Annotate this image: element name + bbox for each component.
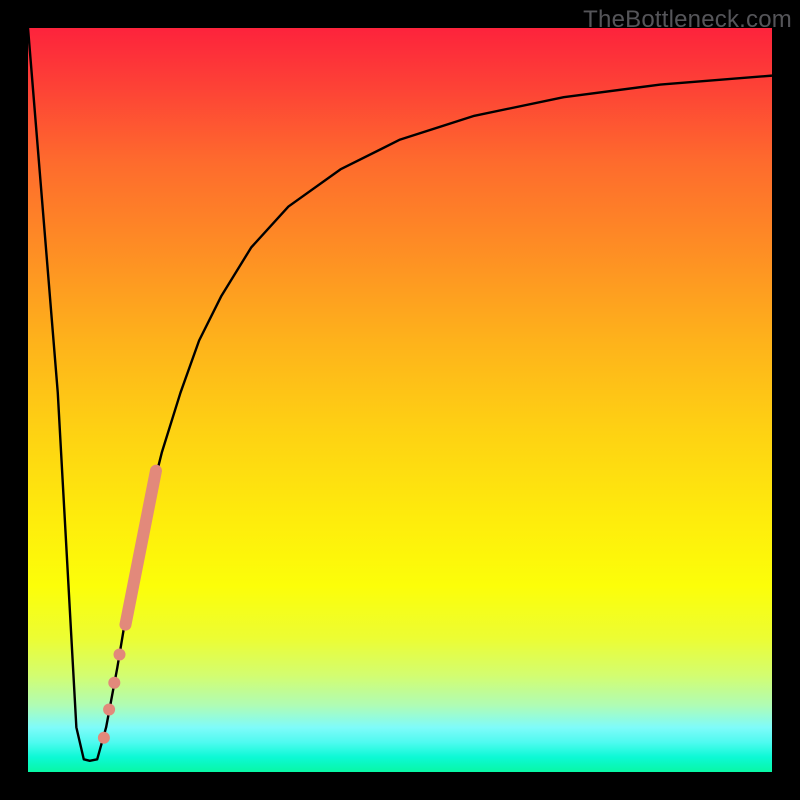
bottleneck-curve bbox=[28, 28, 772, 761]
marker-dot-3 bbox=[103, 704, 115, 716]
chart-container: TheBottleneck.com bbox=[0, 0, 800, 800]
watermark-text: TheBottleneck.com bbox=[583, 6, 792, 34]
marker-dot-2 bbox=[108, 677, 120, 689]
marker-segment bbox=[125, 471, 156, 625]
plot-area bbox=[28, 28, 772, 772]
marker-dot-4 bbox=[98, 732, 110, 744]
chart-svg bbox=[28, 28, 772, 772]
marker-group bbox=[98, 471, 156, 744]
marker-dot-1 bbox=[114, 648, 126, 660]
bottleneck-curve-path bbox=[28, 28, 772, 761]
